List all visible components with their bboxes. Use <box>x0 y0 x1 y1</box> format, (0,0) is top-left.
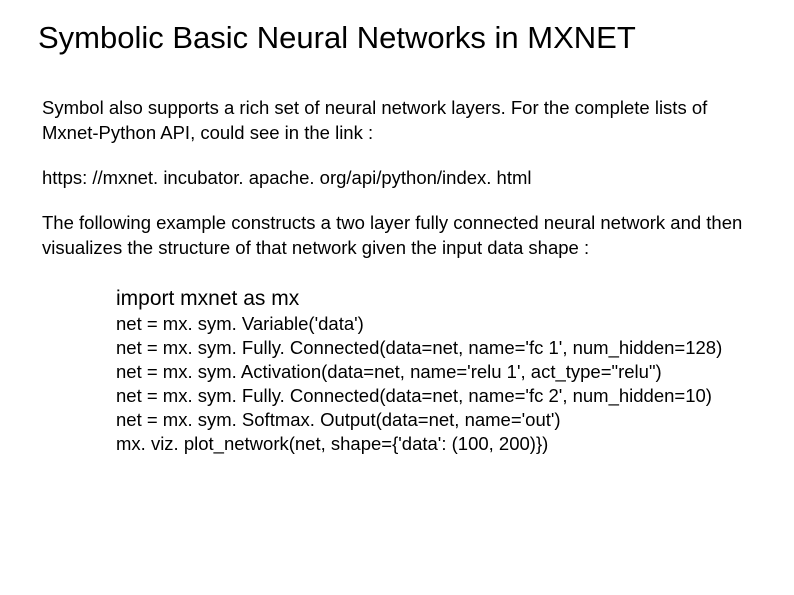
code-line: net = mx. sym. Activation(data=net, name… <box>116 360 754 384</box>
slide-title: Symbolic Basic Neural Networks in MXNET <box>38 20 754 56</box>
code-line: net = mx. sym. Fully. Connected(data=net… <box>116 336 754 360</box>
code-line: mx. viz. plot_network(net, shape={'data'… <box>116 432 754 456</box>
code-line: net = mx. sym. Fully. Connected(data=net… <box>116 384 754 408</box>
code-import-line: import mxnet as mx <box>116 285 754 312</box>
example-paragraph: The following example constructs a two l… <box>42 211 754 261</box>
code-line: net = mx. sym. Variable('data') <box>116 312 754 336</box>
api-link-text: https: //mxnet. incubator. apache. org/a… <box>42 166 754 191</box>
code-line: net = mx. sym. Softmax. Output(data=net,… <box>116 408 754 432</box>
code-example: import mxnet as mx net = mx. sym. Variab… <box>116 285 754 457</box>
intro-paragraph: Symbol also supports a rich set of neura… <box>42 96 754 146</box>
